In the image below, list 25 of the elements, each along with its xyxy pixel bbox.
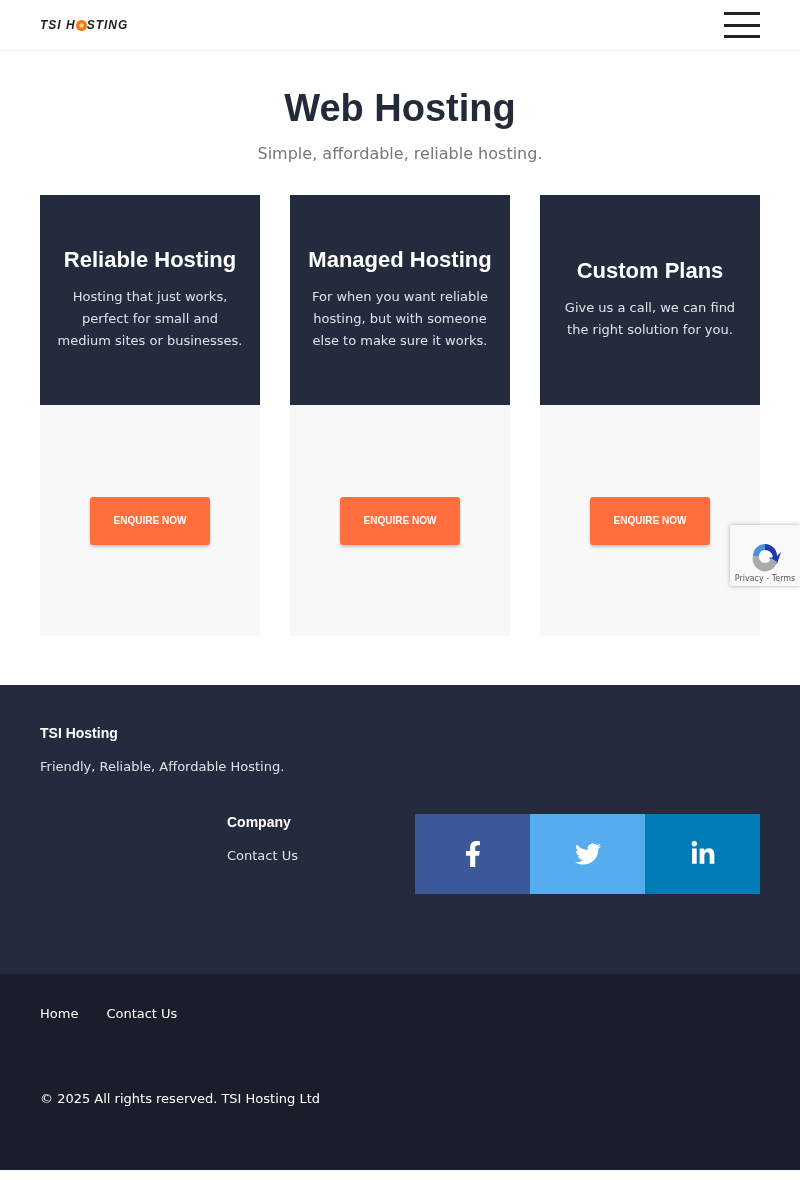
plan-title: Managed Hosting xyxy=(308,248,492,272)
facebook-button[interactable] xyxy=(415,814,530,894)
page-subtitle: Simple, affordable, reliable hosting. xyxy=(256,144,544,163)
logo-text: TSI H xyxy=(40,18,76,32)
plan-description: Give us a call, we can find the right solution for you. xyxy=(563,299,737,339)
footer-nav-link[interactable]: Home xyxy=(40,1006,79,1021)
plan-description: Hosting that just works, perfect for small and medium sites or businesses. xyxy=(56,288,244,350)
footer-brand: TSI Hosting xyxy=(40,725,119,741)
plan-title: Custom Plans xyxy=(576,259,724,283)
page-title: Web Hosting xyxy=(283,87,517,130)
footer-link[interactable]: Contact Us xyxy=(227,848,415,863)
logo-text: STING xyxy=(86,18,129,32)
twitter-icon xyxy=(574,841,601,867)
linkedin-icon xyxy=(689,841,716,867)
privacy-terms-link[interactable]: Privacy - Terms xyxy=(734,574,796,583)
footer-nav-link[interactable]: Contact Us xyxy=(106,1006,178,1021)
twitter-button[interactable] xyxy=(530,814,645,894)
plan-title: Reliable Hosting xyxy=(63,248,237,272)
menu-icon[interactable] xyxy=(724,12,760,38)
plan-description: For when you want reliable hosting, but with someone else to make sure it works. xyxy=(311,288,489,350)
linkedin-button[interactable] xyxy=(645,814,760,894)
logo-icon xyxy=(75,19,87,31)
copyright-text: © 2025 All rights reserved. TSI Hosting Ltd xyxy=(40,1091,321,1106)
footer-tagline: Friendly, Reliable, Affordable Hosting. xyxy=(40,759,286,774)
footer-column-title: Company xyxy=(227,814,292,830)
